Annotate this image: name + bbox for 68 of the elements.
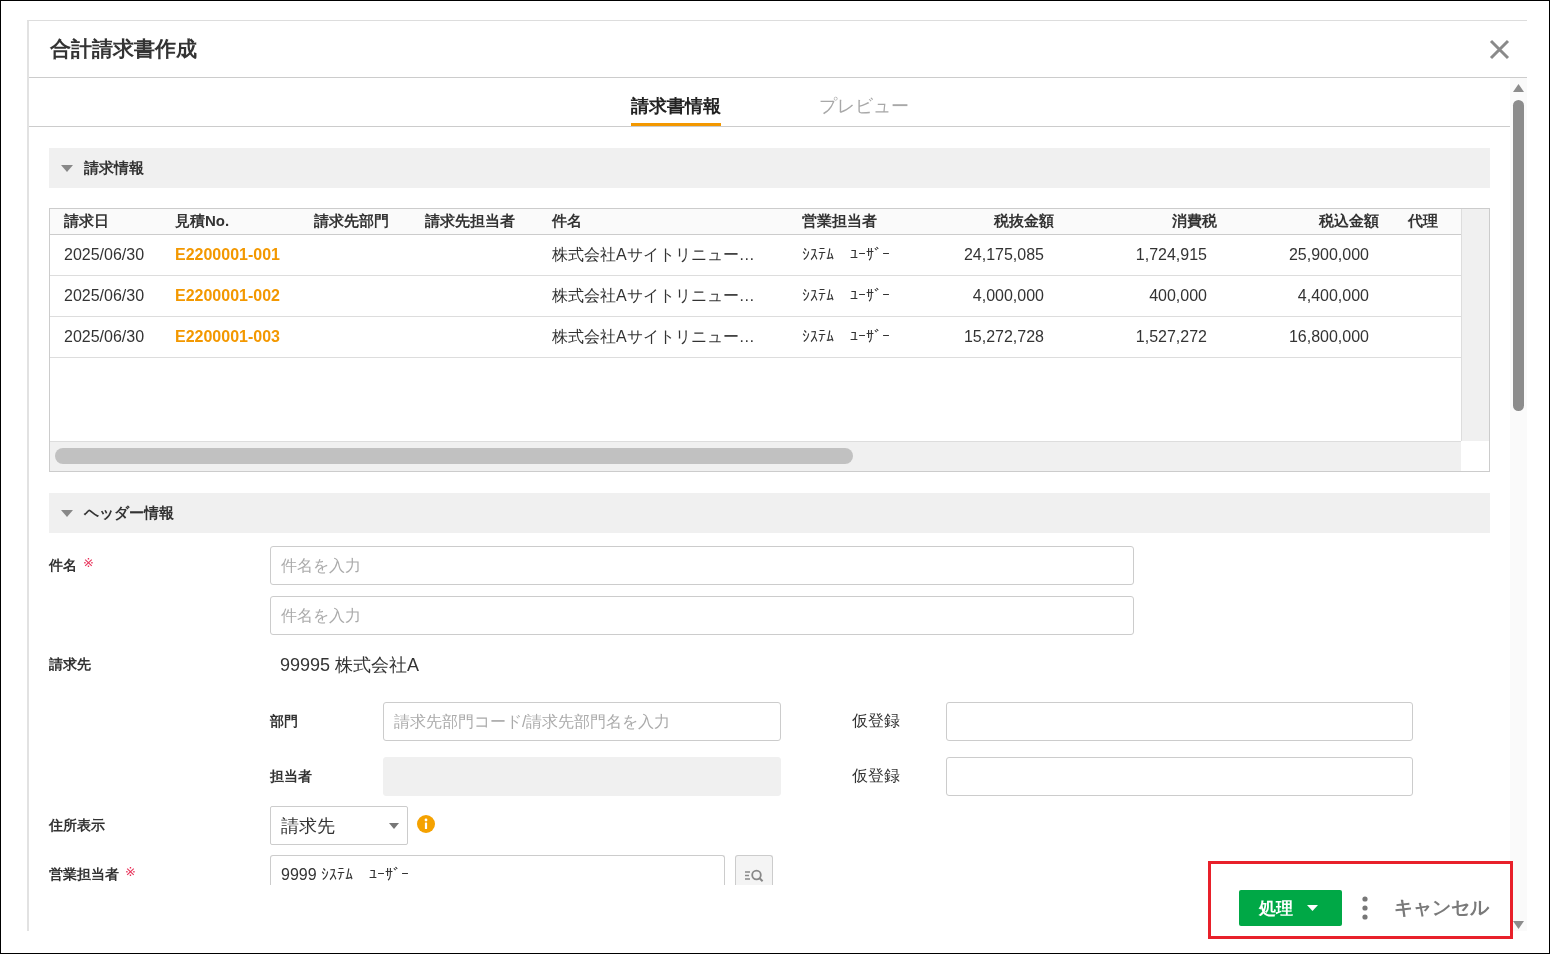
dropdown-select[interactable]: 請求先: [270, 806, 408, 845]
section-header[interactable]: 請求情報: [49, 148, 1490, 188]
table-cell: 1,527,272: [1135, 328, 1207, 346]
column-header[interactable]: 税込金額: [1319, 212, 1379, 231]
column-header[interactable]: 代理: [1408, 212, 1438, 231]
scrollbar-track[interactable]: [1461, 209, 1489, 441]
table-cell: ｼｽﾃﾑ ﾕｰｻﾞｰ: [802, 328, 890, 346]
scrollbar-thumb[interactable]: [55, 448, 853, 464]
table-cell: 2025/06/30: [64, 328, 145, 346]
field-label: 部門: [270, 712, 299, 731]
column-header[interactable]: 見積No.: [175, 212, 230, 231]
table-cell: 16,800,000: [1288, 328, 1369, 346]
column-header[interactable]: 営業担当者: [802, 212, 877, 231]
tab[interactable]: 請求書情報: [630, 78, 721, 126]
scroll-down-arrow-icon[interactable]: [1513, 921, 1524, 929]
field-label: 住所表示: [49, 816, 105, 835]
table-cell: 400,000: [1149, 287, 1207, 305]
caret-icon[interactable]: [61, 507, 73, 519]
lookup-button[interactable]: [735, 855, 773, 885]
input-field[interactable]: 件名を入力: [270, 596, 1134, 635]
table-cell-text: 株式会社Aサイトリニュー…: [552, 326, 755, 347]
dialog-title: 合計請求書作成: [50, 36, 197, 62]
column-header[interactable]: 消費税: [1172, 212, 1217, 231]
scrollbar-track[interactable]: [50, 441, 1461, 471]
table-cell: 2025/06/30: [64, 287, 145, 305]
caret-icon[interactable]: [61, 162, 73, 174]
input-field[interactable]: [946, 757, 1413, 796]
scroll-up-arrow-icon[interactable]: [1513, 84, 1524, 92]
table-cell: 2025/06/30: [64, 246, 145, 264]
field-label: 営業担当者: [49, 865, 119, 884]
input-field[interactable]: [946, 702, 1413, 741]
section-title: ヘッダー情報: [84, 503, 174, 523]
field-label: 件名: [49, 556, 77, 575]
table-cell-text: 株式会社Aサイトリニュー…: [552, 285, 755, 306]
table-cell: ｼｽﾃﾑ ﾕｰｻﾞｰ: [802, 246, 890, 264]
table-cell: 4,400,000: [1297, 287, 1369, 305]
column-header[interactable]: 請求先部門: [314, 212, 389, 231]
column-header[interactable]: 請求先担当者: [425, 212, 515, 231]
cancel-button[interactable]: キャンセル: [1394, 890, 1489, 926]
table-cell: 4,000,000: [972, 287, 1044, 305]
table-cell: 1,724,915: [1135, 246, 1207, 264]
section-title: 請求情報: [84, 158, 144, 178]
field-value: 99995 株式会社A: [279, 654, 420, 677]
table-cell-text: 株式会社Aサイトリニュー…: [552, 244, 755, 265]
input-field[interactable]: 請求先部門コード/請求先部門名を入力: [383, 702, 781, 741]
input-field[interactable]: 件名を入力: [270, 546, 1134, 585]
caret-icon: [1307, 905, 1318, 911]
table-cell: ｼｽﾃﾑ ﾕｰｻﾞｰ: [802, 287, 890, 305]
scrollbar-thumb[interactable]: [1513, 100, 1524, 411]
column-header[interactable]: 請求日: [64, 212, 109, 231]
field-label: 仮登録: [852, 711, 901, 731]
required-mark: ※: [125, 864, 136, 879]
more-options-icon[interactable]: [1362, 896, 1368, 920]
field-label: 仮登録: [852, 766, 901, 786]
caret-icon: [389, 822, 399, 829]
list-search-icon: [744, 868, 764, 882]
field-label: 請求先: [49, 655, 91, 674]
column-header[interactable]: 税抜金額: [994, 212, 1054, 231]
table-cell: 15,272,728: [963, 328, 1044, 346]
table-cell: 24,175,085: [963, 246, 1044, 264]
close-icon[interactable]: [1489, 38, 1510, 60]
field-label: 担当者: [270, 767, 313, 786]
required-mark: ※: [83, 555, 94, 570]
input-field[interactable]: 9999 ｼｽﾃﾑ ﾕｰｻﾞｰ: [270, 855, 725, 885]
column-header[interactable]: 件名: [552, 212, 582, 231]
info-icon[interactable]: [417, 815, 435, 833]
table-cell: 25,900,000: [1288, 246, 1369, 264]
section-header[interactable]: ヘッダー情報: [49, 493, 1490, 533]
